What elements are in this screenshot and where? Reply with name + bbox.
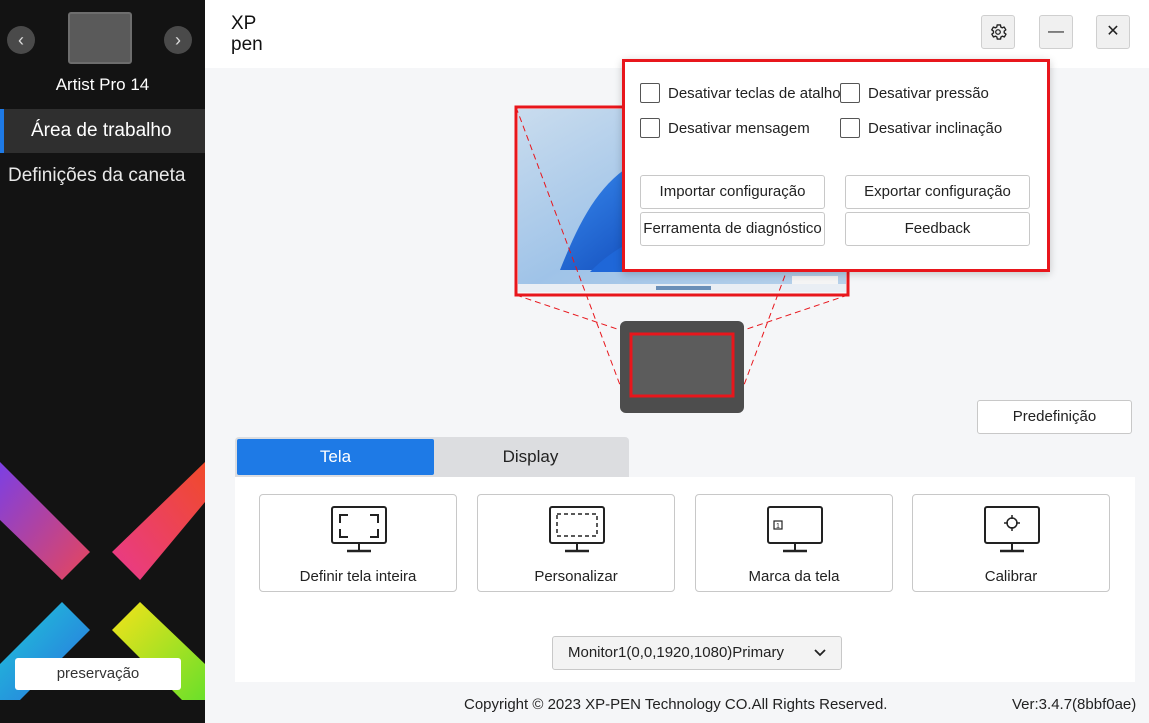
calibrate-card[interactable]: Calibrar <box>912 494 1110 592</box>
copyright-text: Copyright © 2023 XP-PEN Technology CO.Al… <box>464 696 888 713</box>
disable-pressure-checkbox[interactable]: Desativar pressão <box>840 83 989 103</box>
svg-text:XP: XP <box>231 13 256 34</box>
monitor-select-value: Monitor1(0,0,1920,1080)Primary <box>568 644 784 661</box>
card-label: Calibrar <box>984 568 1038 585</box>
preset-button[interactable]: Predefinição <box>977 400 1132 434</box>
card-label: Personalizar <box>534 568 618 585</box>
svg-text:1: 1 <box>776 523 780 530</box>
sidebar-item-workspace[interactable]: Área de trabalho <box>0 109 205 153</box>
chevron-down-icon <box>813 637 827 680</box>
monitor-calibrate-icon <box>984 506 1040 553</box>
device-name: Artist Pro 14 <box>55 75 150 94</box>
version-text: Ver:3.4.7(8bbf0ae) <box>1012 696 1137 713</box>
card-label: Marca da tela <box>748 568 840 585</box>
checkbox-box[interactable] <box>640 118 660 138</box>
monitor-mark-icon: 1 <box>767 506 823 553</box>
monitor-fullscreen-icon <box>331 506 387 553</box>
tab-bar: Tela Display <box>235 437 629 477</box>
previous-device-button[interactable]: ‹ <box>7 26 35 54</box>
import-config-button[interactable]: Importar configuração <box>640 175 825 209</box>
monitor-custom-icon <box>549 506 605 553</box>
diagnostic-tool-button[interactable]: Ferramenta de diagnóstico <box>640 212 825 246</box>
minimize-button[interactable]: — <box>1039 15 1073 49</box>
header: XP pen — ✕ <box>205 0 1149 68</box>
svg-text:pen: pen <box>231 34 263 54</box>
tab-screen[interactable]: Tela <box>237 439 434 475</box>
xppen-logo: XP pen <box>231 13 263 54</box>
close-button[interactable]: ✕ <box>1096 15 1130 49</box>
checkbox-label: Desativar teclas de atalho <box>668 84 840 102</box>
card-label: Definir tela inteira <box>299 568 417 585</box>
settings-button[interactable] <box>981 15 1015 49</box>
sidebar-item-pen-settings[interactable]: Definições da caneta <box>0 154 205 198</box>
checkbox-label: Desativar mensagem <box>668 119 810 137</box>
settings-popup: Desativar teclas de atalho Desativar pre… <box>622 59 1050 272</box>
customize-card[interactable]: Personalizar <box>477 494 675 592</box>
checkbox-box[interactable] <box>840 118 860 138</box>
disable-tilt-checkbox[interactable]: Desativar inclinação <box>840 118 1002 138</box>
preserve-button[interactable]: preservação <box>15 658 181 690</box>
monitor-select[interactable]: Monitor1(0,0,1920,1080)Primary <box>552 636 842 670</box>
export-config-button[interactable]: Exportar configuração <box>845 175 1030 209</box>
checkbox-box[interactable] <box>640 83 660 103</box>
feedback-button[interactable]: Feedback <box>845 212 1030 246</box>
sidebar: ‹ › Artist Pro 14 Área de trabalho Defin… <box>0 0 205 723</box>
checkbox-label: Desativar pressão <box>868 84 989 102</box>
tab-display[interactable]: Display <box>434 439 627 475</box>
disable-shortcut-keys-checkbox[interactable]: Desativar teclas de atalho <box>640 83 840 103</box>
full-screen-card[interactable]: Definir tela inteira <box>259 494 457 592</box>
tablet-preview <box>620 321 744 413</box>
disable-message-checkbox[interactable]: Desativar mensagem <box>640 118 810 138</box>
checkbox-box[interactable] <box>840 83 860 103</box>
device-thumbnail <box>68 12 132 64</box>
checkbox-label: Desativar inclinação <box>868 119 1003 137</box>
gear-icon <box>991 24 1007 40</box>
next-device-button[interactable]: › <box>164 26 192 54</box>
screen-mark-card[interactable]: 1 Marca da tela <box>695 494 893 592</box>
